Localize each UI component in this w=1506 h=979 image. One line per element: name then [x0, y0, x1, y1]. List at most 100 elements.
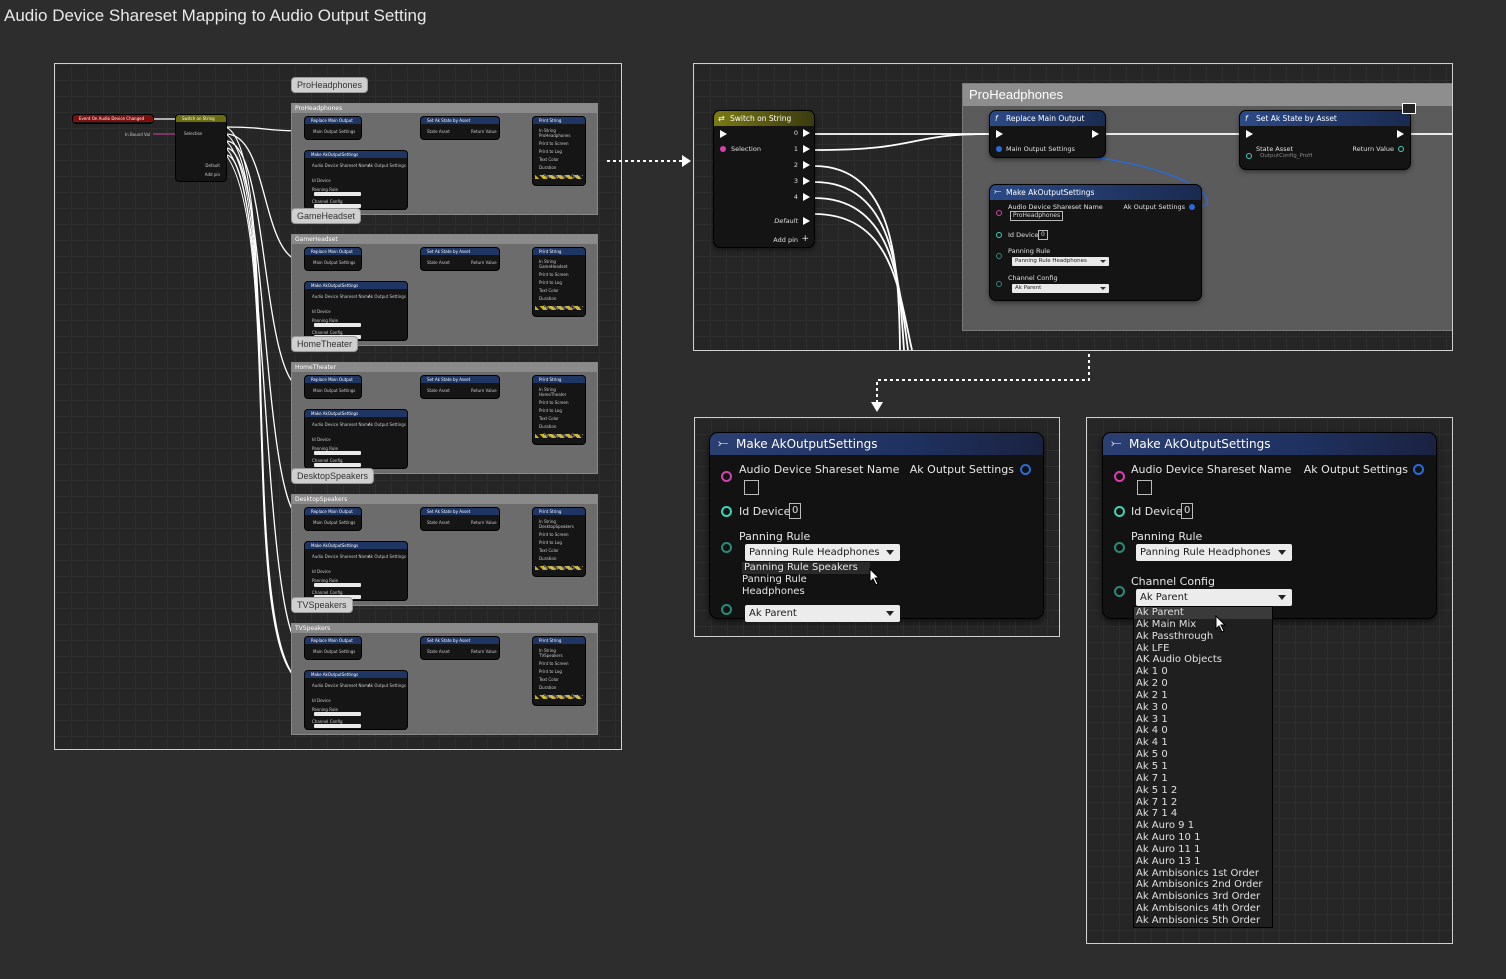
make-output-node-panning[interactable]: ⤚ Make AkOutputSettings Audio Device Sha…	[710, 433, 1043, 622]
switch-exec-in[interactable]	[720, 130, 727, 138]
mini-channel-dropdown[interactable]	[314, 724, 361, 728]
channel-dropdown[interactable]: Ak Parent	[745, 605, 900, 622]
channel-option[interactable]: Ak 3 1	[1134, 714, 1272, 726]
mini-set-state-node[interactable]: Set Ak State by Asset	[421, 248, 499, 270]
channel-option[interactable]: Ak 3 0	[1134, 702, 1272, 714]
ak-output-pin[interactable]	[1020, 464, 1031, 475]
mini-replace-node[interactable]: Replace Main Output	[305, 117, 361, 139]
set-ak-state-node[interactable]: f Set Ak State by Asset State Asset Outp…	[1240, 103, 1416, 169]
shareset-pin[interactable]	[721, 471, 732, 482]
comment-title[interactable]: ProHeadphones	[292, 104, 597, 113]
channel-option[interactable]: Ak 7 1 4	[1134, 808, 1272, 820]
channel-option[interactable]: Ak Ambisonics 1st Order	[1134, 868, 1272, 880]
panning-pin[interactable]	[721, 542, 732, 553]
comment-bubble[interactable]: DesktopSpeakers	[292, 469, 374, 483]
make-output-node-channel[interactable]: ⤚ Make AkOutputSettings Audio Device Sha…	[1103, 433, 1436, 618]
id-device-value[interactable]: 0	[1181, 503, 1194, 519]
channel-option[interactable]: Ak Auro 9 1	[1134, 820, 1272, 832]
overview-switch-node[interactable]: Switch on String Selection Default Add p…	[176, 115, 226, 181]
switch-output-exec[interactable]	[803, 193, 810, 201]
channel-option[interactable]: Ak 4 0	[1134, 725, 1272, 737]
ak-output-pin[interactable]	[1189, 204, 1195, 210]
mini-replace-node[interactable]: Replace Main Output	[305, 637, 361, 659]
mini-set-state-node[interactable]: Set Ak State by Asset	[421, 508, 499, 530]
id-device-pin[interactable]	[721, 506, 732, 517]
panning-option-speakers[interactable]: Panning Rule Speakers	[742, 562, 870, 574]
comment-bubble[interactable]: ProHeadphones	[292, 78, 368, 92]
replace-exec-in[interactable]	[996, 130, 1003, 138]
zoom-channel-panel[interactable]: ⤚ Make AkOutputSettings Audio Device Sha…	[1086, 417, 1453, 944]
channel-option[interactable]: Ak Ambisonics 3rd Order	[1134, 891, 1272, 903]
channel-option[interactable]: Ak LFE	[1134, 643, 1272, 655]
comment-title[interactable]: GameHeadset	[292, 235, 597, 244]
mini-panning-dropdown[interactable]	[314, 323, 361, 327]
selection-pin[interactable]	[720, 146, 726, 152]
state-asset-pin[interactable]	[1246, 153, 1252, 159]
mini-panning-dropdown[interactable]	[314, 583, 361, 587]
main-output-pin[interactable]	[996, 146, 1002, 152]
set-state-exec-in[interactable]	[1246, 130, 1253, 138]
channel-dropdown[interactable]: Ak Parent	[1012, 284, 1109, 293]
mini-panning-dropdown[interactable]	[314, 192, 361, 196]
mini-set-state-node[interactable]: Set Ak State by Asset	[421, 117, 499, 139]
detail-graph-panel[interactable]: ProHeadphones ⇄ Switch on String Selecti…	[693, 63, 1453, 351]
mini-panning-dropdown[interactable]	[314, 451, 361, 455]
channel-option[interactable]: Ak Auro 10 1	[1134, 832, 1272, 844]
channel-option[interactable]: Ak Auro 13 1	[1134, 856, 1272, 868]
switch-on-string-node[interactable]: ⇄ Switch on String Selection 0 1 2 3 4 Defau…	[714, 111, 814, 247]
mini-replace-node[interactable]: Replace Main Output	[305, 376, 361, 398]
panning-dropdown[interactable]: Panning Rule Headphones	[1012, 257, 1109, 266]
comment-bubble[interactable]: HomeTheater	[292, 337, 358, 351]
set-state-exec-out[interactable]	[1397, 130, 1404, 138]
id-device-pin[interactable]	[1114, 506, 1125, 517]
channel-option[interactable]: Ak Ambisonics 2nd Order	[1134, 879, 1272, 891]
comment-bubble[interactable]: TVSpeakers	[292, 598, 352, 612]
channel-option[interactable]: Ak 2 0	[1134, 678, 1272, 690]
mini-set-state-node[interactable]: Set Ak State by Asset	[421, 637, 499, 659]
channel-option[interactable]: Ak Main Mix	[1134, 619, 1272, 631]
comment-title[interactable]: DesktopSpeakers	[292, 495, 597, 504]
channel-option[interactable]: Ak 5 1 2	[1134, 785, 1272, 797]
panning-dropdown[interactable]: Panning Rule Headphones	[745, 544, 900, 561]
panning-option-headphones[interactable]: Panning Rule Headphones	[742, 574, 870, 597]
mini-panning-dropdown[interactable]	[314, 712, 361, 716]
shareset-pin[interactable]	[996, 210, 1002, 216]
channel-option[interactable]: Ak Ambisonics 4th Order	[1134, 903, 1272, 915]
switch-output-exec[interactable]	[803, 177, 810, 185]
panning-pin[interactable]	[1114, 542, 1125, 553]
comment-title[interactable]: HomeTheater	[292, 363, 597, 372]
channel-option[interactable]: Ak 7 1	[1134, 773, 1272, 785]
make-ak-output-settings-node[interactable]: ⤚ Make AkOutputSettings Audio Device Sha…	[990, 185, 1201, 300]
channel-option[interactable]: Ak 5 1	[1134, 761, 1272, 773]
channel-option[interactable]: Ak 2 1	[1134, 690, 1272, 702]
ak-output-pin[interactable]	[1413, 464, 1424, 475]
switch-output-exec[interactable]	[803, 129, 810, 137]
mini-replace-node[interactable]: Replace Main Output	[305, 508, 361, 530]
mini-channel-dropdown[interactable]	[314, 204, 361, 208]
comment-title[interactable]: TVSpeakers	[292, 624, 597, 633]
channel-option[interactable]: Ak Ambisonics 5th Order	[1134, 915, 1272, 927]
overview-graph-panel[interactable]: Event On Audio Device Changed In Bound V…	[54, 63, 622, 750]
mini-replace-node[interactable]: Replace Main Output	[305, 248, 361, 270]
mini-set-state-node[interactable]: Set Ak State by Asset	[421, 376, 499, 398]
mini-channel-dropdown[interactable]	[314, 463, 361, 467]
channel-options-list[interactable]: Ak Parent Ak Main Mix Ak Passthrough Ak LFE…	[1134, 607, 1272, 927]
channel-option[interactable]: Ak 4 1	[1134, 737, 1272, 749]
add-pin-plus-icon[interactable]: +	[801, 234, 809, 244]
return-value-pin[interactable]	[1398, 146, 1404, 152]
channel-pin[interactable]	[996, 281, 1002, 287]
channel-dropdown[interactable]: Ak Parent	[1136, 589, 1292, 606]
panning-dropdown[interactable]: Panning Rule Headphones	[1136, 544, 1292, 561]
channel-option[interactable]: AK Audio Objects	[1134, 654, 1272, 666]
shareset-field[interactable]	[1137, 480, 1152, 495]
channel-pin[interactable]	[1114, 586, 1125, 597]
shareset-value[interactable]: ProHeadphones	[1010, 211, 1064, 221]
id-device-value[interactable]: 0	[789, 503, 802, 519]
switch-output-exec[interactable]	[803, 145, 810, 153]
overview-switch-addpin[interactable]: Add pin	[205, 172, 220, 177]
add-pin-button[interactable]: Add pin	[773, 236, 798, 244]
comment-bubble[interactable]: GameHeadset	[292, 209, 361, 223]
switch-output-exec[interactable]	[803, 161, 810, 169]
switch-default-exec[interactable]	[803, 217, 810, 225]
panning-pin[interactable]	[996, 253, 1002, 259]
